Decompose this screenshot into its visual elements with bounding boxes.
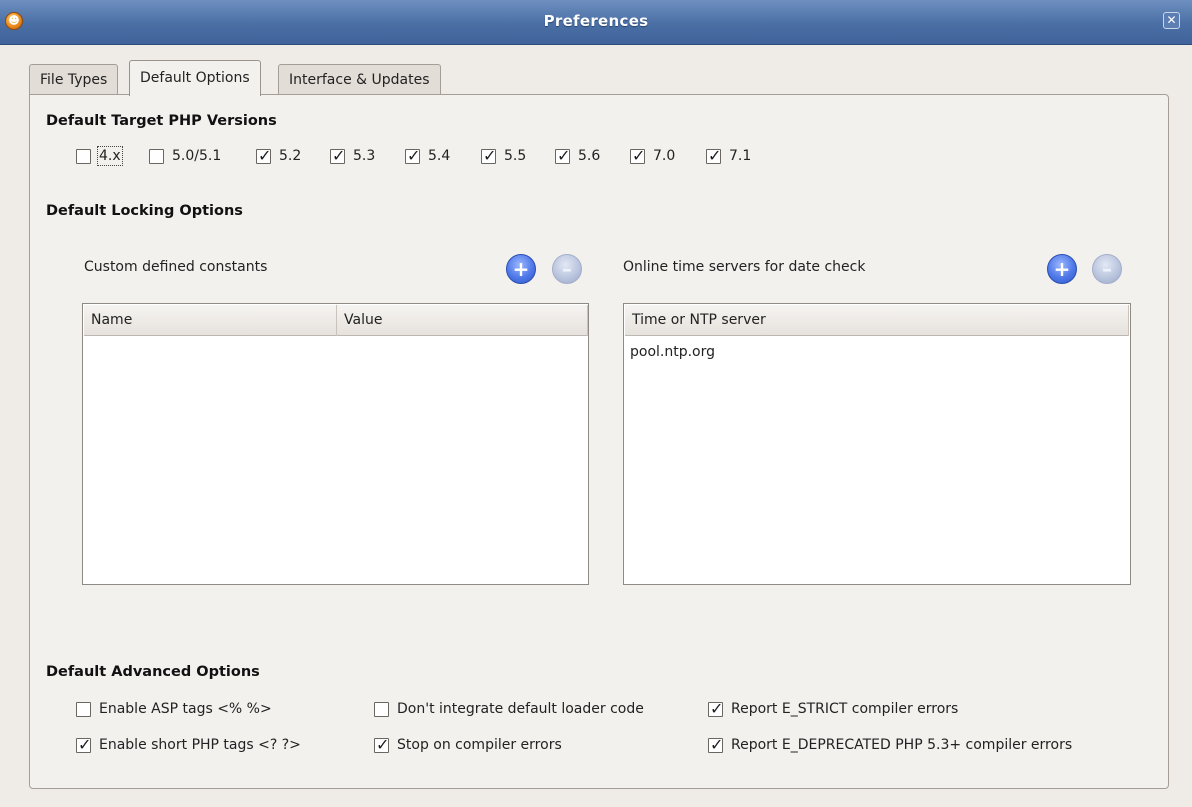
checkbox-icon — [708, 699, 723, 718]
checkbox-label: 5.3 — [353, 148, 376, 164]
add-constant-button[interactable]: + — [506, 254, 536, 284]
checkbox-label: 5.5 — [504, 148, 527, 164]
time-servers-table[interactable]: Time or NTP server pool.ntp.org — [623, 303, 1131, 585]
checkbox-icon — [374, 735, 389, 754]
checkbox-icon — [630, 146, 645, 165]
plus-icon: + — [1053, 257, 1071, 281]
php-version-53-checkbox[interactable]: 5.3 — [330, 146, 376, 165]
php-version-56-checkbox[interactable]: 5.6 — [555, 146, 601, 165]
php-version-54-checkbox[interactable]: 5.4 — [405, 146, 451, 165]
tab-default-options[interactable]: Default Options — [129, 60, 261, 96]
remove-constant-button[interactable]: – — [552, 254, 582, 284]
checkbox-label: Enable ASP tags <% %> — [99, 701, 272, 717]
checkbox-icon — [149, 148, 164, 164]
checkbox-label: 4.x — [97, 146, 123, 166]
php-version-50-51-checkbox[interactable]: 5.0/5.1 — [149, 148, 221, 164]
checkbox-label: Don't integrate default loader code — [397, 701, 644, 717]
checkbox-icon — [481, 146, 496, 165]
enable-asp-tags-checkbox[interactable]: Enable ASP tags <% %> — [76, 701, 272, 717]
add-time-server-button[interactable]: + — [1047, 254, 1077, 284]
checkbox-label: Stop on compiler errors — [397, 737, 562, 753]
checkbox-label: 5.2 — [279, 148, 302, 164]
minus-icon: – — [562, 257, 572, 281]
checkbox-icon — [76, 148, 91, 164]
tab-panel: Default Target PHP Versions 4.x 5.0/5.1 … — [29, 94, 1169, 789]
php-version-4x-checkbox[interactable]: 4.x — [76, 146, 123, 166]
checkbox-label: 7.0 — [653, 148, 676, 164]
window-title: Preferences — [543, 12, 649, 30]
checkbox-label: Enable short PHP tags <? ?> — [99, 737, 301, 753]
checkbox-icon — [405, 146, 420, 165]
column-header-value[interactable]: Value — [337, 305, 588, 336]
checkbox-label: 5.4 — [428, 148, 451, 164]
advanced-options-heading: Default Advanced Options — [46, 664, 260, 680]
checkbox-icon — [555, 146, 570, 165]
title-bar: ☻ Preferences ✕ — [0, 0, 1192, 45]
report-e-strict-checkbox[interactable]: Report E_STRICT compiler errors — [708, 699, 959, 718]
dont-integrate-loader-checkbox[interactable]: Don't integrate default loader code — [374, 701, 644, 717]
enable-short-php-tags-checkbox[interactable]: Enable short PHP tags <? ?> — [76, 735, 301, 754]
remove-time-server-button[interactable]: – — [1092, 254, 1122, 284]
custom-constants-label: Custom defined constants — [84, 259, 268, 275]
php-version-70-checkbox[interactable]: 7.0 — [630, 146, 676, 165]
report-e-deprecated-checkbox[interactable]: Report E_DEPRECATED PHP 5.3+ compiler er… — [708, 735, 1073, 754]
stop-on-compiler-errors-checkbox[interactable]: Stop on compiler errors — [374, 735, 562, 754]
checkbox-icon — [76, 735, 91, 754]
checkbox-icon — [706, 146, 721, 165]
tab-interface-updates[interactable]: Interface & Updates — [278, 64, 441, 95]
checkbox-icon — [708, 735, 723, 754]
checkbox-icon — [256, 146, 271, 165]
column-header-time-server[interactable]: Time or NTP server — [625, 305, 1129, 336]
tab-file-types[interactable]: File Types — [29, 64, 119, 95]
checkbox-label: Report E_DEPRECATED PHP 5.3+ compiler er… — [731, 737, 1073, 753]
checkbox-icon — [330, 146, 345, 165]
php-versions-heading: Default Target PHP Versions — [46, 113, 277, 129]
checkbox-label: Report E_STRICT compiler errors — [731, 701, 959, 717]
checkbox-label: 5.6 — [578, 148, 601, 164]
table-row[interactable]: pool.ntp.org — [630, 344, 715, 360]
constants-table-header: Name Value — [84, 305, 588, 336]
checkbox-icon — [374, 701, 389, 717]
checkbox-label: 5.0/5.1 — [172, 148, 222, 164]
plus-icon: + — [512, 257, 530, 281]
checkbox-icon — [76, 701, 91, 717]
minus-icon: – — [1102, 257, 1112, 281]
close-icon[interactable]: ✕ — [1163, 12, 1180, 29]
time-servers-table-header: Time or NTP server — [625, 305, 1129, 336]
constants-table[interactable]: Name Value — [82, 303, 589, 585]
php-version-55-checkbox[interactable]: 5.5 — [481, 146, 527, 165]
column-header-name[interactable]: Name — [84, 305, 337, 336]
time-servers-label: Online time servers for date check — [623, 259, 866, 275]
php-version-71-checkbox[interactable]: 7.1 — [706, 146, 752, 165]
checkbox-label: 7.1 — [729, 148, 752, 164]
php-version-52-checkbox[interactable]: 5.2 — [256, 146, 302, 165]
locking-options-heading: Default Locking Options — [46, 203, 243, 219]
